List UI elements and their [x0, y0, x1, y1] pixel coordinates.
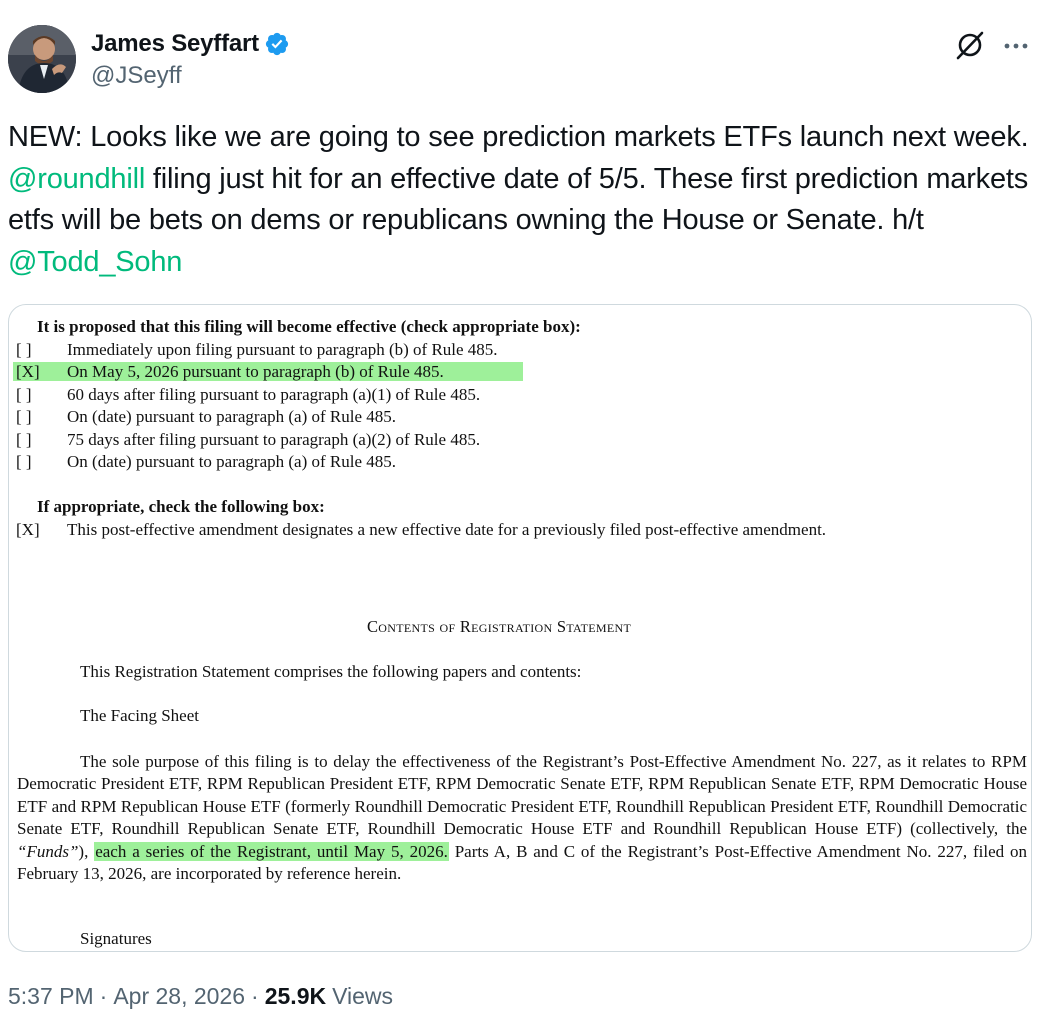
separator-dot: · [251, 983, 259, 1009]
tweet-date[interactable]: Apr 28, 2026 [113, 983, 245, 1010]
author-name-row[interactable]: James Seyffart [91, 27, 290, 61]
doc-option-box: [ ] [16, 430, 32, 449]
doc-option-box: [ ] [16, 385, 32, 404]
grok-icon[interactable] [952, 27, 988, 63]
doc-para-text: ), [78, 841, 95, 861]
doc-option-text: On (date) pursuant to paragraph (a) of R… [67, 452, 397, 471]
doc-option-box: [ ] [16, 452, 32, 471]
doc-amend-box: [X] [16, 520, 40, 539]
verified-badge-icon[interactable] [264, 31, 290, 57]
avatar[interactable] [8, 25, 76, 93]
tweet-time[interactable]: 5:37 PM [8, 983, 94, 1010]
views-label: Views [332, 983, 394, 1009]
doc-para-funds: “Funds” [17, 841, 79, 861]
avatar-photo [8, 25, 76, 93]
doc-comprises: This Registration Statement comprises th… [80, 662, 582, 681]
tweet-text-part: filing just hit for an effective date of… [8, 162, 1029, 237]
doc-heading-effective: It is proposed that this filing will bec… [37, 317, 581, 336]
separator-dot: · [99, 983, 108, 1009]
doc-option-text: 75 days after filing pursuant to paragra… [67, 430, 481, 449]
document-image: It is proposed that this filing will bec… [9, 305, 1031, 951]
mention-link-todd-sohn[interactable]: @Todd_Sohn [8, 246, 182, 278]
doc-contents-title: Contents of Registration Statement [367, 617, 632, 636]
doc-option-box: [X] [16, 362, 40, 381]
doc-option-text: 60 days after filing pursuant to paragra… [67, 385, 481, 404]
doc-facing-sheet: The Facing Sheet [80, 706, 199, 725]
tweet-footer: 5:37 PM · Apr 28, 2026 · 25.9K Views [8, 983, 393, 1010]
tweet-text: NEW: Looks like we are going to see pred… [8, 117, 1048, 283]
media-image[interactable]: It is proposed that this filing will bec… [8, 304, 1032, 952]
mention-link-roundhill[interactable]: @roundhill [8, 163, 145, 195]
doc-signatures: Signatures [80, 929, 152, 948]
doc-option-text: Immediately upon filing pursuant to para… [67, 340, 498, 359]
tweet-text-part: NEW: Looks like we are going to see pred… [8, 121, 1029, 153]
views-count: 25.9K [264, 983, 327, 1009]
doc-purpose-paragraph: The sole purpose of this filing is to de… [17, 751, 1027, 885]
doc-heading-appropriate: If appropriate, check the following box: [37, 497, 325, 516]
doc-para-highlight: each a series of the Registrant, until M… [94, 841, 449, 861]
doc-amend-text: This post-effective amendment designates… [67, 520, 827, 539]
doc-para-text: The sole purpose of this filing is to de… [17, 752, 1027, 839]
more-icon[interactable] [998, 28, 1034, 64]
doc-option-box: [ ] [16, 407, 32, 426]
doc-option-box: [ ] [16, 340, 32, 359]
doc-option-text: On May 5, 2026 pursuant to paragraph (b)… [67, 362, 444, 381]
author-handle[interactable]: @JSeyff [91, 62, 182, 90]
author-display-name[interactable]: James Seyffart [91, 30, 259, 58]
doc-option-text: On (date) pursuant to paragraph (a) of R… [67, 407, 397, 426]
